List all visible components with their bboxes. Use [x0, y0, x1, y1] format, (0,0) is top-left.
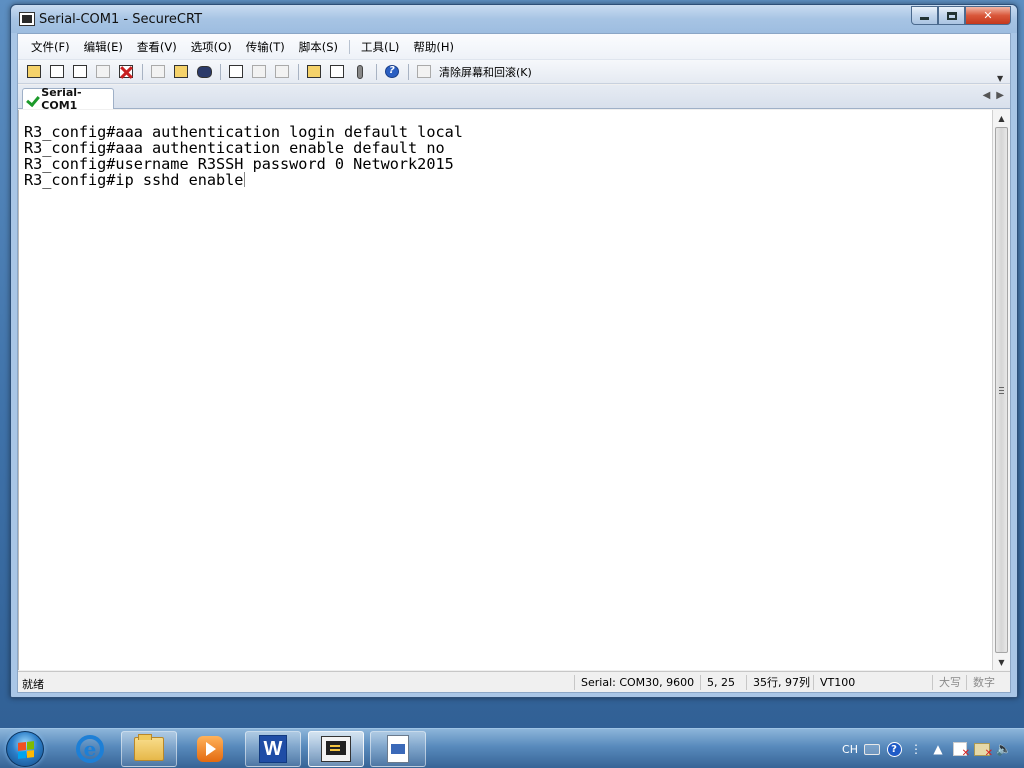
toolbar-separator: [298, 63, 299, 80]
menu-edit[interactable]: 编辑(E): [77, 39, 130, 55]
maximize-button[interactable]: [938, 6, 965, 25]
clear-scrollback-icon[interactable]: [414, 63, 434, 81]
app-window: Serial-COM1 - SecureCRT ✕ 文件(F) 编辑(E) 查看…: [10, 4, 1018, 698]
windows-logo-icon: [18, 741, 34, 759]
toolbar-separator: [408, 63, 409, 80]
keymap-icon[interactable]: [350, 63, 370, 81]
quick-connect-icon[interactable]: [24, 63, 44, 81]
title-bar[interactable]: Serial-COM1 - SecureCRT ✕: [11, 5, 1017, 33]
menu-file[interactable]: 文件(F): [24, 39, 77, 55]
show-hidden-icons-icon[interactable]: ▲: [930, 741, 946, 757]
tab-label: Serial-COM1: [41, 86, 82, 112]
close-button[interactable]: ✕: [965, 6, 1011, 25]
status-num-lock: 数字: [966, 675, 1010, 690]
tab-navigation: ◀ ▶: [983, 90, 1004, 101]
input-language-indicator[interactable]: CH: [842, 743, 858, 756]
tab-serial-com1[interactable]: Serial-COM1: [22, 86, 114, 112]
document-viewer-icon: [387, 735, 409, 763]
status-cursor-position: 5, 25: [700, 675, 742, 690]
client-area: 文件(F) 编辑(E) 查看(V) 选项(O) 传输(T) 脚本(S) 工具(L…: [17, 33, 1011, 693]
media-player-icon: [197, 736, 223, 762]
terminal-line: R3_config#aaa authentication login defau…: [24, 123, 463, 141]
terminal-view[interactable]: R3_config#aaa authentication login defau…: [18, 110, 992, 670]
network-disconnected-icon[interactable]: [974, 741, 993, 759]
connected-check-icon: [27, 93, 38, 105]
minimize-button[interactable]: [911, 6, 938, 25]
clear-scrollback-button[interactable]: 清除屏幕和回滚(K): [439, 64, 532, 80]
reconnect-icon[interactable]: [93, 63, 113, 81]
status-caps-lock: 大写: [932, 675, 966, 690]
connect-tab-icon[interactable]: [47, 63, 67, 81]
input-options-icon[interactable]: ⋮: [908, 741, 924, 757]
toolbar-separator: [142, 63, 143, 80]
tab-scroll-left-icon[interactable]: ◀: [983, 90, 991, 101]
taskbar: e W CH ? ⋮ ▲ 🔈: [0, 728, 1024, 768]
window-title: Serial-COM1 - SecureCRT: [39, 12, 203, 27]
window-controls: ✕: [911, 6, 1011, 25]
volume-icon[interactable]: 🔈: [996, 741, 1012, 757]
disconnect-icon[interactable]: [116, 63, 136, 81]
taskbar-internet-explorer[interactable]: e: [62, 731, 118, 767]
taskbar-media-player[interactable]: [182, 731, 238, 767]
taskbar-document-viewer[interactable]: [370, 731, 426, 767]
menu-separator: [349, 39, 350, 54]
system-tray: CH ? ⋮ ▲ 🔈: [842, 729, 1024, 768]
print-icon[interactable]: [272, 63, 292, 81]
menu-bar: 文件(F) 编辑(E) 查看(V) 选项(O) 传输(T) 脚本(S) 工具(L…: [18, 34, 1010, 60]
toolbar-overflow-icon[interactable]: ▼: [997, 75, 1004, 83]
copy-icon[interactable]: [148, 63, 168, 81]
toolbar-separator: [220, 63, 221, 80]
paste-icon[interactable]: [171, 63, 191, 81]
menu-options[interactable]: 选项(O): [184, 39, 239, 55]
menu-tools[interactable]: 工具(L): [354, 39, 406, 55]
text-cursor: [244, 172, 246, 187]
session-tab-bar: Serial-COM1 ◀ ▶: [18, 85, 1010, 112]
terminal-line: R3_config#aaa authentication enable defa…: [24, 139, 445, 157]
securecrt-app-icon[interactable]: [16, 9, 35, 26]
tab-scroll-right-icon[interactable]: ▶: [996, 90, 1004, 101]
grip-icon: [999, 387, 1004, 394]
terminal-line: R3_config#username R3SSH password 0 Netw…: [24, 155, 454, 173]
connect-icon[interactable]: [70, 63, 90, 81]
menu-transfer[interactable]: 传输(T): [239, 39, 292, 55]
keyboard-icon[interactable]: [864, 741, 880, 757]
maximize-icon: [946, 11, 957, 20]
terminal-line-text: R3_config#ip sshd enable: [24, 171, 244, 189]
action-center-flag-icon[interactable]: [952, 741, 970, 759]
internet-explorer-icon: e: [76, 735, 104, 763]
minimize-icon: [920, 17, 929, 20]
status-connection: Serial: COM30, 9600: [574, 675, 694, 690]
session-options-icon[interactable]: [304, 63, 324, 81]
toolbar-separator: [376, 63, 377, 80]
status-emulation: VT100: [813, 675, 863, 690]
menu-view[interactable]: 查看(V): [130, 39, 184, 55]
vertical-scrollbar[interactable]: ▲ ▼: [992, 110, 1010, 670]
menu-help[interactable]: 帮助(H): [406, 39, 461, 55]
help-tray-icon[interactable]: ?: [886, 741, 902, 757]
scroll-up-icon[interactable]: ▲: [993, 110, 1010, 126]
taskbar-file-explorer[interactable]: [121, 731, 177, 767]
scrollbar-thumb[interactable]: [995, 127, 1008, 653]
menu-script[interactable]: 脚本(S): [292, 39, 345, 55]
taskbar-securecrt[interactable]: [308, 731, 364, 767]
status-terminal-size: 35行, 97列: [746, 675, 810, 690]
securecrt-icon: [321, 736, 351, 762]
scroll-down-icon[interactable]: ▼: [993, 654, 1010, 670]
status-bar: 就绪 Serial: COM30, 9600 5, 25 35行, 97列 VT…: [18, 671, 1010, 692]
global-options-icon[interactable]: [327, 63, 347, 81]
word-icon: W: [259, 735, 287, 763]
help-icon[interactable]: [382, 63, 402, 81]
toolbar: 清除屏幕和回滚(K) ▼: [18, 60, 1010, 84]
terminal-line-current: R3_config#ip sshd enable: [24, 172, 992, 188]
start-button[interactable]: [6, 731, 44, 767]
find-icon[interactable]: [194, 63, 214, 81]
close-icon: ✕: [983, 9, 993, 22]
status-ready: 就绪: [22, 678, 44, 691]
file-explorer-icon: [134, 734, 164, 761]
print-selection-icon[interactable]: [249, 63, 269, 81]
taskbar-word[interactable]: W: [245, 731, 301, 767]
print-setup-icon[interactable]: [226, 63, 246, 81]
